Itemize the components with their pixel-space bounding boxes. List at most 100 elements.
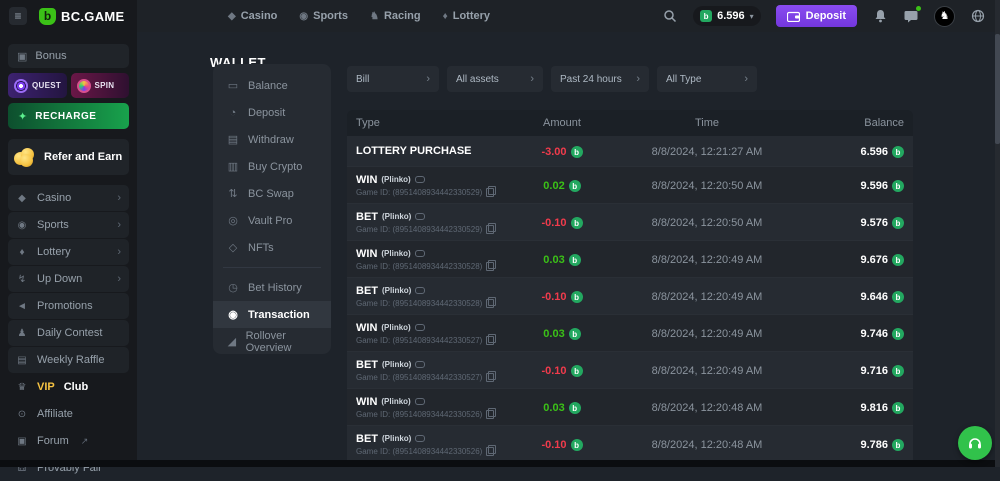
weekly-raffle-icon: ▤	[16, 355, 28, 366]
wallet-menu-item-transaction[interactable]: ◉Transaction	[213, 301, 331, 328]
nav-item-racing[interactable]: ♞Racing	[370, 10, 421, 22]
chat-unread-dot	[916, 6, 921, 11]
copy-icon[interactable]	[486, 299, 494, 308]
page-scrollbar[interactable]	[995, 0, 1000, 467]
language-globe-icon[interactable]	[970, 8, 986, 24]
sidebar-item-forum[interactable]: ▣Forum↗	[8, 428, 129, 454]
game-name: (Plinko)	[381, 249, 410, 258]
table-row[interactable]: WIN(Plinko)Game ID: (8951408934442330527…	[347, 314, 913, 351]
cell-balance: 9.816b	[787, 398, 913, 416]
link-icon[interactable]	[415, 435, 425, 442]
wallet-menu-item-balance[interactable]: ▭Balance	[213, 72, 331, 99]
copy-icon[interactable]	[486, 410, 494, 419]
bottom-strip	[0, 460, 1000, 467]
filter-dropdown-assets[interactable]: All assets›	[447, 66, 543, 92]
bonus-button[interactable]: ▣ Bonus	[8, 44, 129, 68]
refer-and-earn-button[interactable]: Refer and Earn	[8, 139, 129, 175]
sidebar-item-updown[interactable]: ↯Up Down›	[8, 266, 129, 292]
link-icon[interactable]	[415, 250, 425, 257]
copy-icon[interactable]	[486, 447, 494, 456]
copy-icon[interactable]	[486, 225, 494, 234]
hamburger-menu-icon[interactable]: ≡	[9, 7, 27, 25]
wallet-menu-item-nfts[interactable]: ◇NFTs	[213, 234, 331, 261]
support-button[interactable]	[958, 426, 992, 460]
table-row[interactable]: WIN(Plinko)Game ID: (8951408934442330529…	[347, 166, 913, 203]
spin-tile[interactable]: SPIN	[71, 73, 130, 98]
table-row[interactable]: LOTTERY PURCHASE -3.00b 8/8/2024, 12:21:27…	[347, 136, 913, 166]
transaction-type: BET	[356, 433, 378, 445]
rollover-overview-icon: ◢	[227, 335, 237, 348]
type-line: WIN(Plinko)	[356, 174, 497, 186]
filter-dropdown-period[interactable]: Past 24 hours›	[551, 66, 649, 92]
game-id-line: Game ID: (8951408934442330529)	[356, 225, 497, 234]
time-value: 8/8/2024, 12:21:27 AM	[652, 146, 763, 158]
sidebar-item-sports[interactable]: ◉Sports›	[8, 212, 129, 238]
notifications-bell-icon[interactable]	[872, 8, 888, 24]
balance-selector[interactable]: b 6.596 ▾	[693, 6, 761, 26]
sidebar-item-affiliate[interactable]: ⊙Affiliate	[8, 401, 129, 427]
table-row[interactable]: BET(Plinko) Game ID: (8951408934442330529…	[347, 203, 913, 240]
nav-item-sports[interactable]: ◉Sports	[299, 10, 348, 22]
casino-icon: ◆	[228, 11, 236, 22]
link-icon[interactable]	[415, 176, 425, 183]
deposit-button[interactable]: Deposit	[776, 5, 857, 27]
wallet-menu-item-buy-crypto[interactable]: ▥Buy Crypto	[213, 153, 331, 180]
wallet-menu-item-deposit[interactable]: ◔Deposit	[213, 99, 331, 126]
game-id: Game ID: (8951408934442330526)	[356, 447, 482, 456]
game-id: Game ID: (8951408934442330527)	[356, 373, 482, 382]
copy-icon[interactable]	[486, 373, 494, 382]
link-icon[interactable]	[415, 324, 425, 331]
sidebar-menu: ◆Casino›◉Sports›♦Lottery›↯Up Down›◄Promo…	[0, 185, 137, 481]
link-icon[interactable]	[415, 287, 425, 294]
copy-icon[interactable]	[486, 188, 494, 197]
sidebar-item-promotions[interactable]: ◄Promotions	[8, 293, 129, 319]
sidebar-item-weekly-raffle[interactable]: ▤Weekly Raffle	[8, 347, 129, 373]
quest-tile[interactable]: QUEST	[8, 73, 67, 98]
nav-item-casino[interactable]: ◆Casino	[228, 10, 277, 22]
type-line: BET(Plinko)	[356, 211, 497, 223]
copy-icon[interactable]	[486, 336, 494, 345]
table-row[interactable]: BET(Plinko)Game ID: (8951408934442330526…	[347, 425, 913, 460]
sidebar-item-lottery[interactable]: ♦Lottery›	[8, 239, 129, 265]
table-row[interactable]: WIN(Plinko)Game ID: (8951408934442330528…	[347, 240, 913, 277]
game-id: Game ID: (8951408934442330528)	[356, 262, 482, 271]
sidebar-item-casino[interactable]: ◆Casino›	[8, 185, 129, 211]
sidebar-item-provably-fair[interactable]: ⚃Provably Fair	[8, 455, 129, 481]
nfts-icon: ◇	[227, 241, 239, 254]
table-row[interactable]: WIN(Plinko)Game ID: (8951408934442330526…	[347, 388, 913, 425]
table-row[interactable]: BET(Plinko)Game ID: (8951408934442330527…	[347, 351, 913, 388]
link-icon[interactable]	[415, 213, 425, 220]
type-line: LOTTERY PURCHASE	[356, 145, 497, 157]
amount-value: 0.03	[543, 254, 564, 266]
wallet-menu-item-bet-history[interactable]: ◷Bet History	[213, 274, 331, 301]
link-icon[interactable]	[415, 361, 425, 368]
copy-icon[interactable]	[486, 262, 494, 271]
filter-dropdown-bill[interactable]: Bill›	[347, 66, 439, 92]
user-avatar[interactable]: ♞	[934, 6, 955, 27]
game-name: (Plinko)	[381, 397, 410, 406]
wallet-menu-item-label: Buy Crypto	[248, 161, 302, 173]
transaction-type: WIN	[356, 396, 377, 408]
nav-item-lottery[interactable]: ♦Lottery	[443, 10, 490, 22]
search-icon[interactable]	[662, 8, 678, 24]
recharge-button[interactable]: ✦ RECHARGE	[8, 103, 129, 129]
bcd-coin-icon: b	[571, 365, 583, 377]
wallet-menu-item-bc-swap[interactable]: ⇅BC Swap	[213, 180, 331, 207]
cell-type: WIN(Plinko)Game ID: (8951408934442330528…	[347, 248, 497, 271]
bcd-coin-icon: b	[892, 402, 904, 414]
chat-icon[interactable]	[903, 8, 919, 24]
sidebar-item-vip-club[interactable]: ♛VIP Club	[8, 374, 129, 400]
table-row[interactable]: BET(Plinko)Game ID: (8951408934442330528…	[347, 277, 913, 314]
sidebar-item-daily-contest[interactable]: ♟Daily Contest	[8, 320, 129, 346]
amount-wrap: -3.00b	[541, 146, 582, 158]
scrollbar-thumb[interactable]	[995, 34, 1000, 144]
link-icon[interactable]	[415, 398, 425, 405]
wallet-menu-item-withdraw[interactable]: ▤Withdraw	[213, 126, 331, 153]
wallet-menu-item-vault-pro[interactable]: ◎Vault Pro	[213, 207, 331, 234]
bcd-coin-icon: b	[892, 217, 904, 229]
nav-item-label: Lottery	[453, 10, 490, 22]
wallet-menu-item-rollover-overview[interactable]: ◢Rollover Overview	[213, 328, 331, 355]
filter-dropdown-type[interactable]: All Type›	[657, 66, 757, 92]
logo[interactable]: b BC.GAME	[39, 8, 125, 25]
type-line: WIN (Plinko)	[356, 396, 497, 408]
